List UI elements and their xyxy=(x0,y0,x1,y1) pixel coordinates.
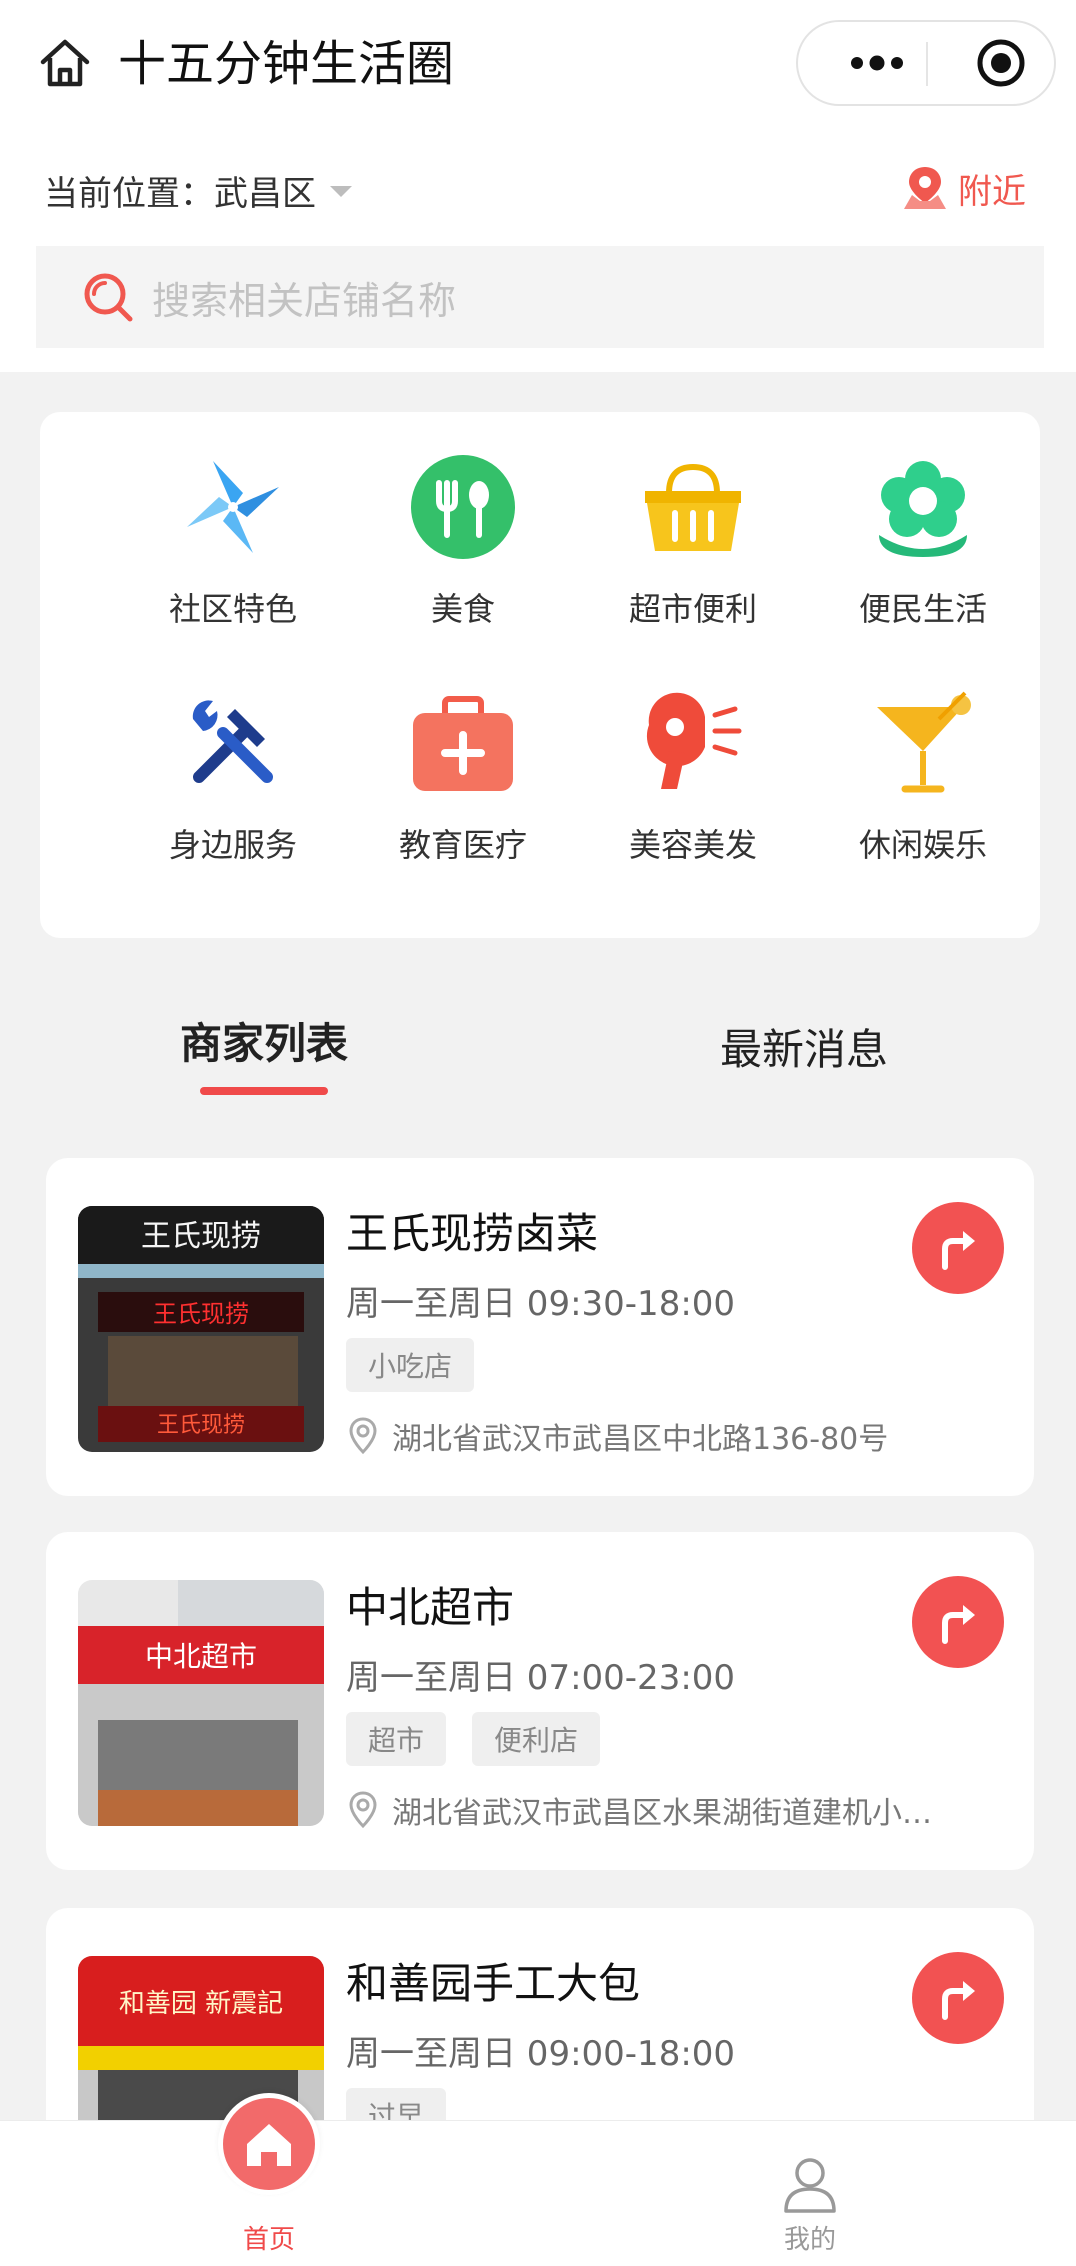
sign-text: 中北超市 xyxy=(145,1640,257,1673)
home-icon[interactable] xyxy=(32,30,98,96)
category-services[interactable]: 身边服务 xyxy=(118,688,348,888)
nearby-button[interactable]: 附近 xyxy=(900,158,1026,218)
shop-photo: 王氏现捞 王氏现捞 王氏现捞 xyxy=(78,1206,324,1452)
content-tabs: 商家列表 最新消息 xyxy=(0,1010,1076,1120)
sign-text: 王氏现捞 xyxy=(153,1300,249,1328)
header-area: 十五分钟生活圈 当前位置： 武昌区 附近 搜索相关店铺名称 xyxy=(0,0,1076,372)
location-label: 当前位置： xyxy=(44,173,214,214)
cocktail-icon xyxy=(868,688,978,798)
hair-dryer-icon xyxy=(638,688,748,798)
location-pin-icon xyxy=(349,1791,377,1829)
shop-tag: 便利店 xyxy=(472,1712,601,1766)
tab-label: 商家列表 xyxy=(180,1019,349,1068)
pinwheel-icon xyxy=(178,452,288,562)
category-supermarket[interactable]: 超市便利 xyxy=(578,452,808,652)
basket-icon xyxy=(638,452,748,562)
shop-tags: 小吃店 xyxy=(346,1338,500,1392)
category-label: 超市便利 xyxy=(628,590,757,628)
location-pin-icon xyxy=(349,1417,377,1455)
shop-hours: 周一至周日 07:00-23:00 xyxy=(346,1658,736,1698)
category-label: 教育医疗 xyxy=(398,826,527,864)
fork-spoon-icon xyxy=(408,452,518,562)
category-education-medical[interactable]: 教育医疗 xyxy=(348,688,578,888)
tab-latest-news[interactable]: 最新消息 xyxy=(720,1016,888,1077)
page-title: 十五分钟生活圈 xyxy=(118,36,455,92)
category-label: 美容美发 xyxy=(628,826,757,864)
tab-merchant-list[interactable]: 商家列表 xyxy=(180,1010,348,1095)
home-tab-icon xyxy=(223,2098,315,2190)
shop-name: 中北超市 xyxy=(346,1583,515,1632)
shop-card[interactable]: 王氏现捞 王氏现捞 王氏现捞 王氏现捞卤菜 周一至周日 09:30-18:00 … xyxy=(46,1158,1034,1496)
shop-address: 湖北省武汉市武昌区水果湖街道建机小… xyxy=(346,1788,1006,1832)
category-food[interactable]: 美食 xyxy=(348,452,578,652)
sign-text: 王氏现捞 xyxy=(157,1413,245,1438)
location-value: 武昌区 xyxy=(214,173,316,214)
active-tab-indicator xyxy=(200,1087,328,1095)
sign-text: 王氏现捞 xyxy=(141,1219,261,1254)
tab-home-button[interactable] xyxy=(218,2093,320,2195)
navigate-button[interactable] xyxy=(912,1202,1004,1294)
search-bar[interactable]: 搜索相关店铺名称 xyxy=(36,246,1044,348)
shop-card[interactable]: 中北超市 中北超市 周一至周日 07:00-23:00 超市 便利店 湖北省武汉… xyxy=(46,1532,1034,1870)
shop-address-text: 湖北省武汉市武昌区中北路136-80号 xyxy=(392,1422,889,1457)
map-pin-icon xyxy=(904,167,946,209)
category-label: 身边服务 xyxy=(168,826,297,864)
tab-label: 最新消息 xyxy=(720,1025,889,1074)
search-icon xyxy=(78,267,138,327)
more-menu-icon[interactable] xyxy=(834,22,920,104)
location-selector[interactable]: 当前位置： 武昌区 xyxy=(44,162,352,218)
tools-icon xyxy=(178,688,288,798)
close-target-icon[interactable] xyxy=(958,22,1044,104)
category-beauty[interactable]: 美容美发 xyxy=(578,688,808,888)
category-label: 社区特色 xyxy=(168,590,297,628)
turn-right-arrow-icon xyxy=(942,1231,975,1270)
navigate-button[interactable] xyxy=(912,1952,1004,2044)
category-grid: 社区特色 美食 超市便利 便民生活 身边服务 教育医疗 美容美发 休闲娱乐 xyxy=(40,412,1040,938)
user-icon[interactable] xyxy=(770,2153,850,2217)
category-label: 美食 xyxy=(430,590,495,628)
capsule-divider xyxy=(926,42,928,86)
category-convenience[interactable]: 便民生活 xyxy=(808,452,1038,652)
shop-name: 和善园手工大包 xyxy=(346,1959,641,2008)
tab-me-label[interactable]: 我的 xyxy=(760,2219,860,2256)
turn-right-arrow-icon xyxy=(942,1605,975,1644)
shop-photo: 中北超市 xyxy=(78,1580,324,1826)
shop-hours: 周一至周日 09:00-18:00 xyxy=(346,2034,736,2074)
dropdown-arrow-icon xyxy=(330,185,352,197)
flower-icon xyxy=(868,452,978,562)
category-community[interactable]: 社区特色 xyxy=(118,452,348,652)
shop-hours: 周一至周日 09:30-18:00 xyxy=(346,1284,736,1324)
turn-right-arrow-icon xyxy=(942,1981,975,2020)
category-label: 休闲娱乐 xyxy=(858,826,987,864)
navigation-bar: 十五分钟生活圈 xyxy=(0,20,1076,112)
shop-address-text: 湖北省武汉市武昌区水果湖街道建机小… xyxy=(392,1796,932,1831)
bottom-tab-bar: 首页 我的 xyxy=(0,2093,1076,2266)
search-input[interactable]: 搜索相关店铺名称 xyxy=(152,270,456,325)
nearby-label: 附近 xyxy=(958,171,1026,212)
sign-text: 和善园 新震記 xyxy=(119,1989,283,2019)
shop-tag: 超市 xyxy=(346,1712,447,1766)
shop-tag: 小吃店 xyxy=(346,1338,475,1392)
mini-program-capsule xyxy=(796,20,1056,106)
category-label: 便民生活 xyxy=(858,590,987,628)
tab-home-label[interactable]: 首页 xyxy=(218,2219,320,2256)
navigate-button[interactable] xyxy=(912,1576,1004,1668)
shop-address: 湖北省武汉市武昌区中北路136-80号 xyxy=(346,1414,1006,1458)
shop-tags: 超市 便利店 xyxy=(346,1712,626,1766)
medical-kit-icon xyxy=(408,688,518,798)
shop-name: 王氏现捞卤菜 xyxy=(346,1209,599,1258)
category-leisure[interactable]: 休闲娱乐 xyxy=(808,688,1038,888)
